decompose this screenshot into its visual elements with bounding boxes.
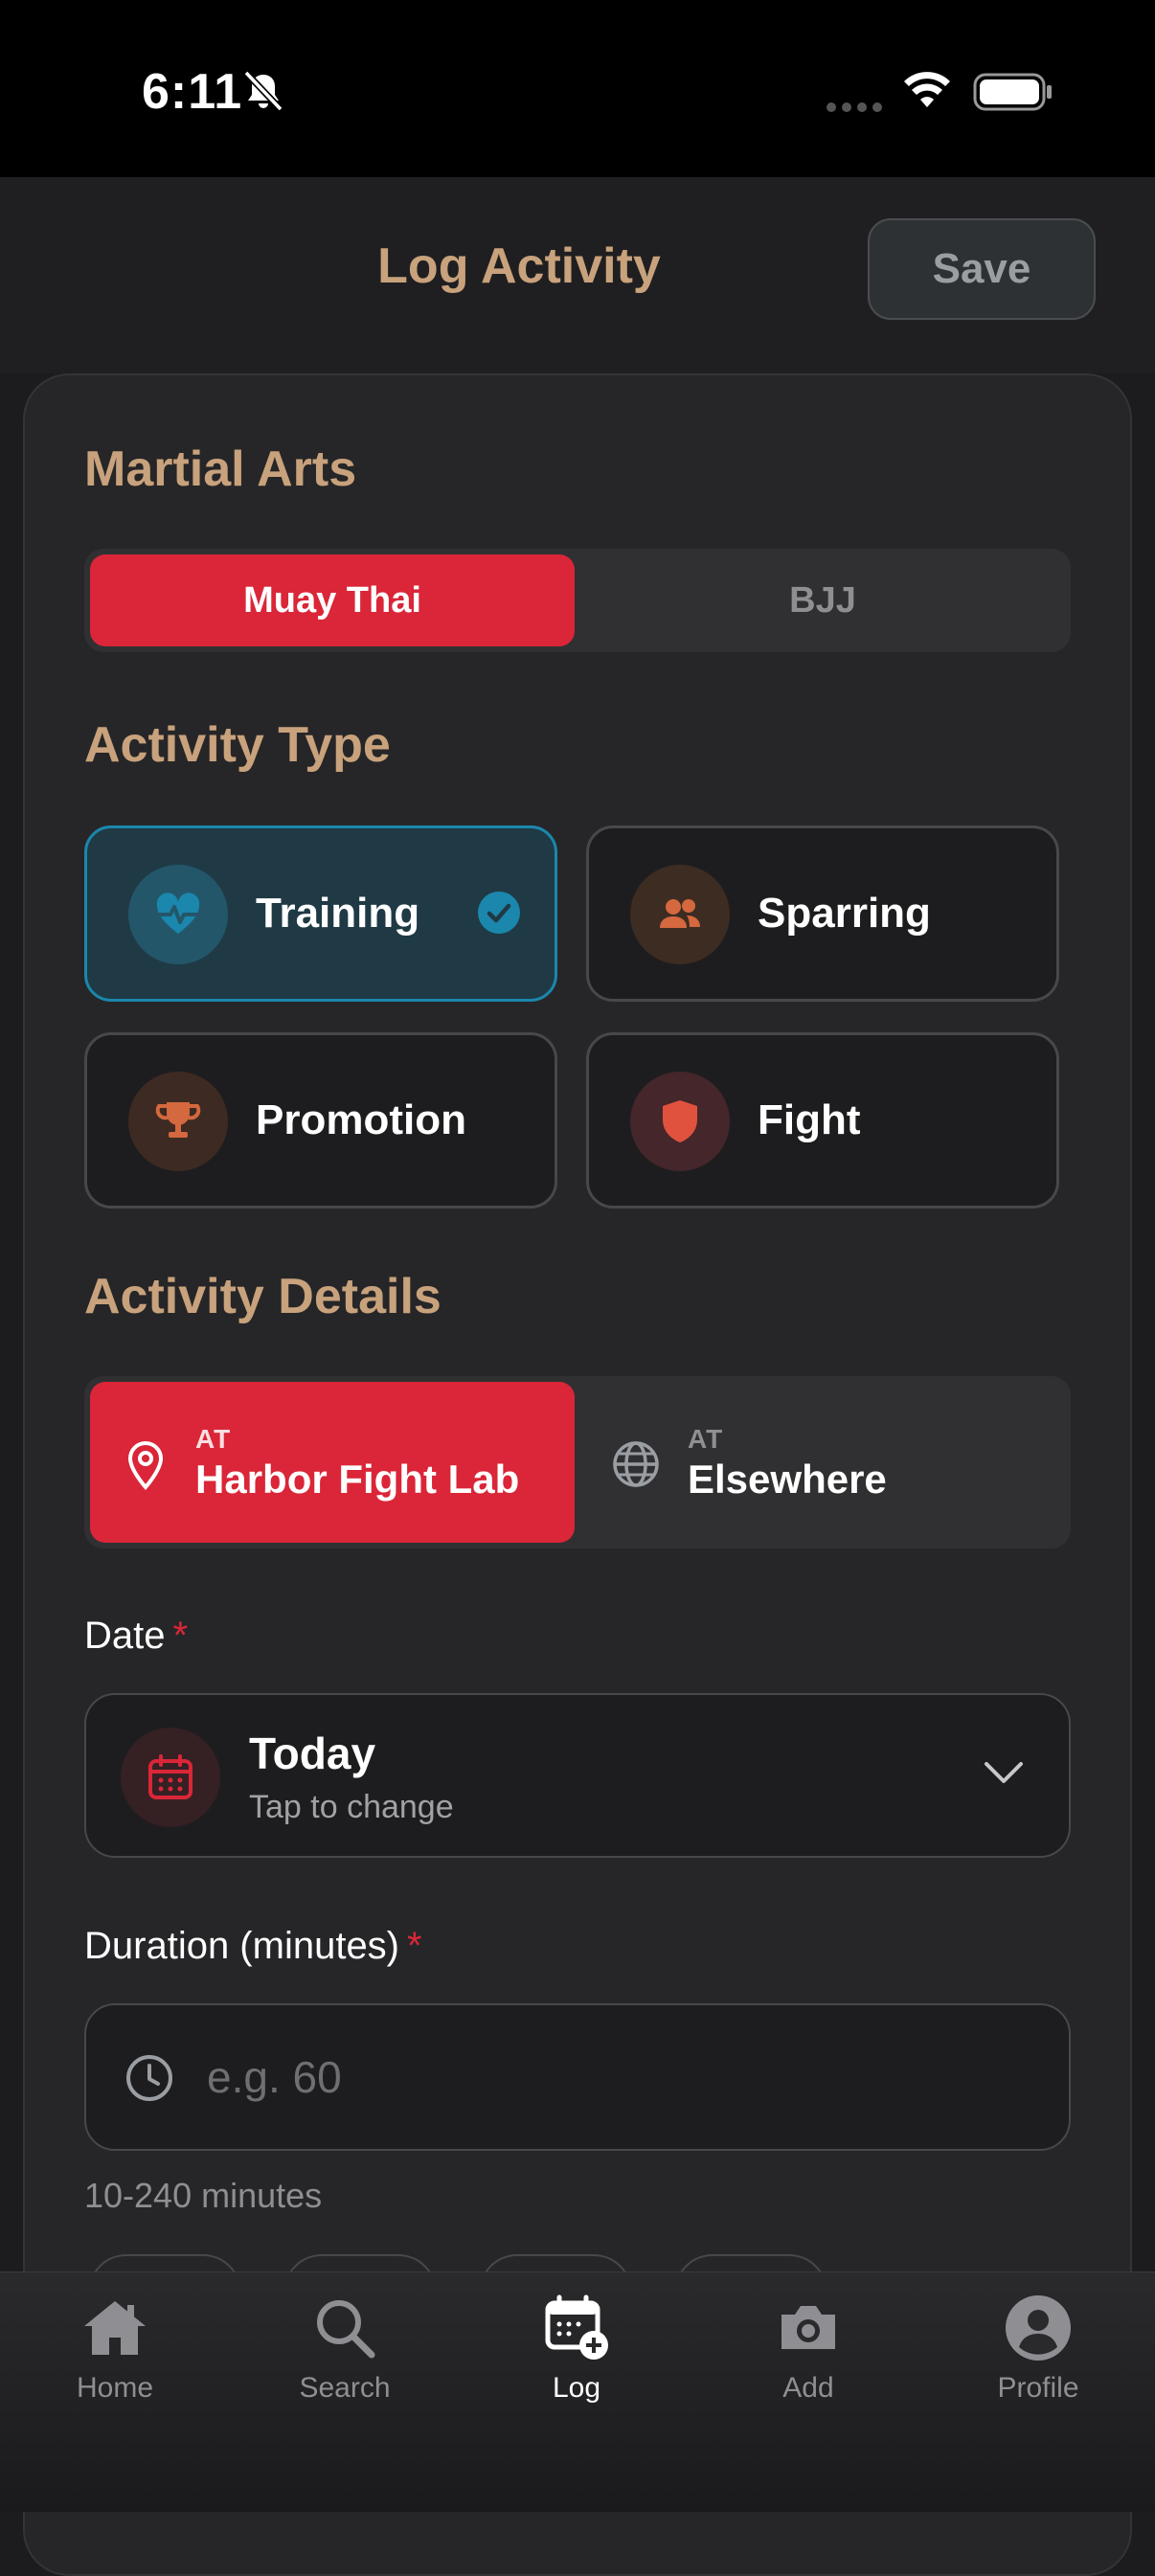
activity-type-label: Training <box>256 890 420 937</box>
activity-type-label: Sparring <box>758 890 931 937</box>
section-title-martial-arts: Martial Arts <box>84 441 357 497</box>
duration-field[interactable]: e.g. 60 <box>84 2003 1071 2151</box>
camera-icon <box>781 2306 835 2349</box>
required-mark: * <box>172 1615 189 1657</box>
tab-label: Log <box>552 2372 601 2404</box>
martial-art-option-bjj[interactable]: BJJ <box>580 554 1065 646</box>
tab-add[interactable]: Add <box>713 2272 904 2416</box>
required-mark: * <box>407 1925 422 1967</box>
activity-type-label: Fight <box>758 1096 861 1143</box>
calendar-add-icon <box>545 2294 608 2360</box>
home-icon <box>84 2301 146 2355</box>
calendar-icon <box>121 1728 220 1827</box>
location-pin-icon <box>127 1440 164 1491</box>
wifi-icon <box>904 72 950 107</box>
date-label: Date * <box>84 1615 189 1657</box>
location-name: Elsewhere <box>688 1457 887 1502</box>
duration-placeholder: e.g. 60 <box>207 2052 342 2102</box>
tab-home[interactable]: Home <box>19 2272 211 2416</box>
martial-art-option-muay-thai[interactable]: Muay Thai <box>90 554 575 646</box>
location-name: Harbor Fight Lab <box>195 1457 520 1502</box>
tab-search[interactable]: Search <box>249 2272 441 2416</box>
tab-label: Search <box>299 2372 391 2404</box>
save-button[interactable]: Save <box>868 218 1096 320</box>
status-bar: 6:11 <box>0 0 1155 177</box>
people-icon <box>630 865 730 964</box>
duration-label: Duration (minutes) * <box>84 1925 422 1967</box>
check-circle-icon <box>478 892 520 934</box>
clock-icon <box>126 2055 172 2101</box>
location-option-elsewhere[interactable]: AT Elsewhere <box>580 1382 1065 1543</box>
globe-icon <box>613 1441 659 1487</box>
trophy-icon <box>128 1072 228 1171</box>
activity-type-training[interactable]: Training <box>84 825 557 1002</box>
duration-hint: 10-240 minutes <box>84 2176 323 2215</box>
profile-icon <box>1006 2295 1071 2361</box>
battery-icon <box>973 73 1052 111</box>
activity-type-fight[interactable]: Fight <box>586 1032 1059 1209</box>
tab-label: Home <box>76 2372 154 2404</box>
location-selector: AT Harbor Fight Lab AT Elsewhere <box>84 1376 1071 1548</box>
bell-slash-icon <box>243 70 283 112</box>
tab-label: Profile <box>997 2372 1079 2404</box>
shield-icon <box>630 1072 730 1171</box>
location-option-harbor-fight-lab[interactable]: AT Harbor Fight Lab <box>90 1382 575 1543</box>
status-time: 6:11 <box>142 64 243 120</box>
heart-pulse-icon <box>128 865 228 964</box>
date-value: Today <box>249 1729 376 1778</box>
date-subtext: Tap to change <box>249 1789 454 1825</box>
activity-type-sparring[interactable]: Sparring <box>586 825 1059 1002</box>
activity-type-label: Promotion <box>256 1096 466 1143</box>
date-picker[interactable]: Today Tap to change <box>84 1693 1071 1858</box>
chevron-down-icon <box>985 1762 1023 1783</box>
section-title-activity-type: Activity Type <box>84 717 391 773</box>
tab-profile[interactable]: Profile <box>942 2272 1134 2416</box>
section-title-activity-details: Activity Details <box>84 1269 442 1324</box>
activity-type-promotion[interactable]: Promotion <box>84 1032 557 1209</box>
tab-log[interactable]: Log <box>481 2272 672 2416</box>
martial-arts-selector: Muay Thai BJJ <box>84 549 1071 652</box>
tab-bar: Home Search Log Add Profile <box>0 2271 1155 2512</box>
location-prefix: AT <box>688 1424 724 1454</box>
signal-icon <box>827 102 882 112</box>
location-prefix: AT <box>195 1424 232 1454</box>
tab-label: Add <box>782 2372 834 2404</box>
search-icon <box>317 2300 375 2359</box>
